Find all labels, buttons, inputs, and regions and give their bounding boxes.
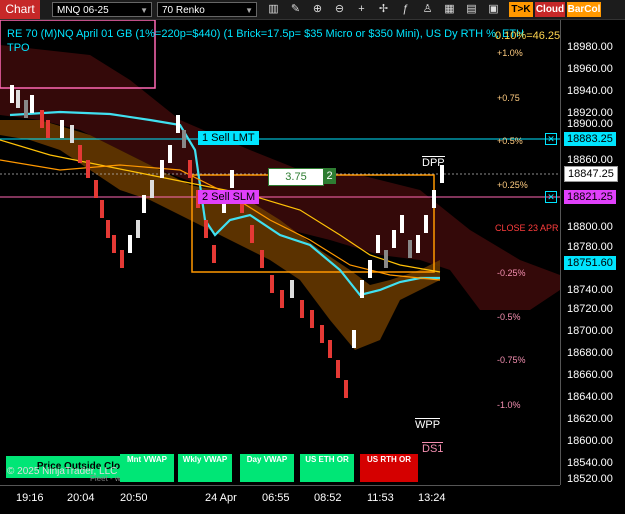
title-overlay: 0.10%=46.25	[495, 30, 560, 42]
tpo-label: TPO	[7, 42, 30, 54]
zoom-in-icon[interactable]: ⊕	[310, 2, 325, 17]
order-qty-count[interactable]: 2	[323, 168, 336, 184]
time-label: 19:16	[16, 492, 44, 504]
wpp-marker: WPP	[415, 418, 441, 431]
time-label: 11:53	[367, 492, 394, 504]
order-qty-value[interactable]: 3.75	[268, 168, 324, 186]
close-icon[interactable]: ✕	[545, 191, 557, 203]
barcol-button[interactable]: BarCol	[567, 2, 601, 17]
price-label: 18700.00	[567, 325, 613, 337]
price-label: 18940.00	[567, 85, 613, 97]
dpp-marker: DPP	[422, 156, 445, 169]
price-label: 18520.00	[567, 473, 613, 485]
strategies-icon[interactable]: ♙	[420, 2, 435, 17]
indicators-icon[interactable]: ƒ	[398, 2, 413, 17]
sell-lmt-order[interactable]: 1 Sell LMT	[198, 131, 259, 145]
chart-panel[interactable]: RE 70 (M)NQ April 01 GB (1%=220p=$440) (…	[0, 20, 560, 485]
templates-icon[interactable]: ▦	[442, 2, 457, 17]
close-icon[interactable]: ✕	[545, 133, 557, 145]
price-label: 18720.00	[567, 303, 613, 315]
time-label: 13:24	[418, 492, 446, 504]
crosshair-icon[interactable]: ✢	[376, 2, 391, 17]
time-axis[interactable]: 19:16 20:04 20:50 24 Apr 06:55 08:52 11:…	[0, 485, 560, 514]
chart-tab[interactable]: Chart	[0, 0, 40, 19]
mnt-vwap-button[interactable]: Mnt VWAP	[120, 454, 174, 482]
time-label: 24 Apr	[205, 492, 237, 504]
close-label: CLOSE 23 APR	[495, 223, 559, 233]
bar-type-selector[interactable]: 70 Renko ▼	[157, 2, 257, 17]
last-price-badge: 18847.25	[564, 166, 618, 182]
price-label: 18640.00	[567, 391, 613, 403]
price-label: 18660.00	[567, 369, 613, 381]
chevron-down-icon: ▼	[245, 6, 253, 15]
bar-chart-icon[interactable]: ▥	[266, 2, 281, 17]
sell-slm-order[interactable]: 2 Sell SLM	[198, 190, 260, 204]
pct-m1: -1.0%	[497, 400, 521, 410]
sell-slm-price-badge: 18821.25	[564, 190, 616, 204]
sell-lmt-price-badge: 18883.25	[564, 132, 616, 146]
price-label: 18620.00	[567, 413, 613, 425]
instrument-selector[interactable]: MNQ 06-25 ▼	[52, 2, 152, 17]
instrument-value: MNQ 06-25	[57, 5, 109, 16]
chart-toolbar: Chart MNQ 06-25 ▼ 70 Renko ▼ ▥ ✎ ⊕ ⊖ + ✢…	[0, 0, 625, 20]
add-icon[interactable]: +	[354, 2, 369, 17]
price-plot	[0, 20, 560, 398]
price-label: 18780.00	[567, 241, 613, 253]
cloud-button[interactable]: Cloud	[535, 2, 565, 17]
ds1-marker: DS1	[422, 442, 444, 455]
order-flow-icon[interactable]: ▤	[464, 2, 479, 17]
pct-p075: +0.75	[497, 93, 520, 103]
us-rth-or-button[interactable]: US RTH OR	[360, 454, 418, 482]
wkly-vwap-button[interactable]: Wkly VWAP	[178, 454, 232, 482]
bar-type-value: 70 Renko	[162, 5, 205, 16]
price-label: 18540.00	[567, 457, 613, 469]
pct-m025: -0.25%	[497, 268, 526, 278]
us-eth-or-button[interactable]: US ETH OR	[300, 454, 354, 482]
price-label: 18680.00	[567, 347, 613, 359]
price-axis[interactable]: 18980.00 18960.00 18940.00 18920.00 1890…	[560, 20, 625, 485]
time-label: 08:52	[314, 492, 342, 504]
time-label: 06:55	[262, 492, 290, 504]
time-label: 20:04	[67, 492, 95, 504]
tk-button[interactable]: T>K	[509, 2, 533, 17]
time-label: 20:50	[120, 492, 148, 504]
draw-pencil-icon[interactable]: ✎	[288, 2, 303, 17]
data-box-icon[interactable]: ▣	[486, 2, 501, 17]
zoom-out-icon[interactable]: ⊖	[332, 2, 347, 17]
price-label: 18860.00	[567, 154, 613, 166]
pct-p025: +0.25%	[497, 180, 528, 190]
pct-m05: -0.5%	[497, 312, 521, 322]
price-label: 18980.00	[567, 41, 613, 53]
day-vwap-button[interactable]: Day VWAP	[240, 454, 294, 482]
chevron-down-icon: ▼	[140, 6, 148, 15]
pct-m075: -0.75%	[497, 355, 526, 365]
price-label: 18740.00	[567, 284, 613, 296]
chart-title: RE 70 (M)NQ April 01 GB (1%=220p=$440) (…	[7, 28, 525, 40]
pct-p05: +0.5%	[497, 136, 523, 146]
price-label: 18600.00	[567, 435, 613, 447]
price-label: 18900.00	[567, 118, 613, 130]
pct-p1: +1.0%	[497, 48, 523, 58]
price-label: 18960.00	[567, 63, 613, 75]
price-label: 18800.00	[567, 221, 613, 233]
cyan-ma-price-badge: 18751.60	[564, 256, 616, 270]
